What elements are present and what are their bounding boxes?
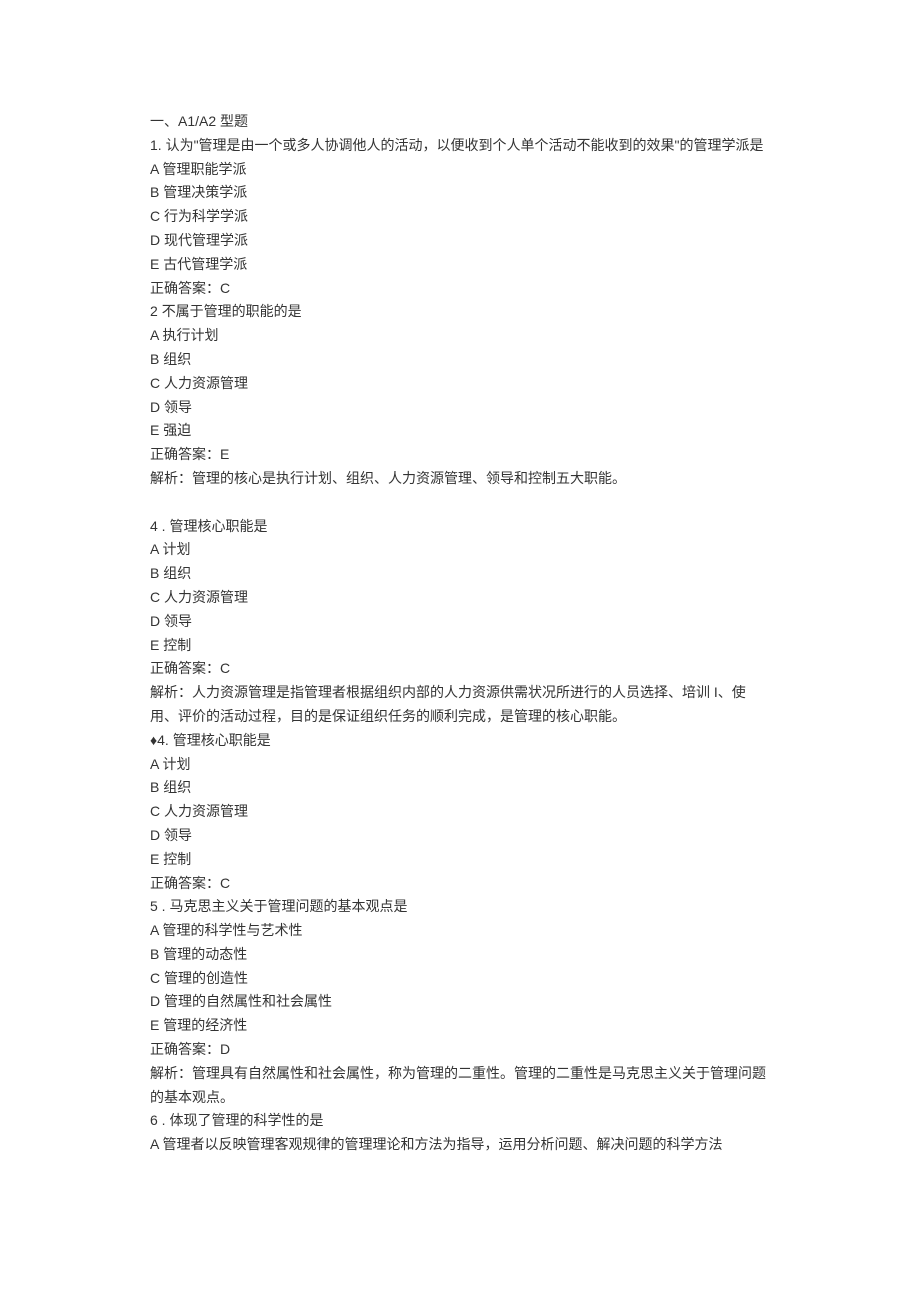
option-d: D 领导 xyxy=(150,824,770,848)
analysis: 解析：人力资源管理是指管理者根据组织内部的人力资源供需状况所进行的人员选择、培训… xyxy=(150,681,770,729)
answer: 正确答案：E xyxy=(150,443,770,467)
option-a: A 管理的科学性与艺术性 xyxy=(150,919,770,943)
analysis: 解析：管理具有自然属性和社会属性，称为管理的二重性。管理的二重性是马克思主义关于… xyxy=(150,1062,770,1110)
option-a: A 计划 xyxy=(150,753,770,777)
option-b: B 组织 xyxy=(150,776,770,800)
option-c: C 行为科学学派 xyxy=(150,205,770,229)
option-b: B 组织 xyxy=(150,348,770,372)
option-a: A 管理者以反映管理客观规律的管理理论和方法为指导，运用分析问题、解决问题的科学… xyxy=(150,1133,770,1157)
option-d: D 领导 xyxy=(150,396,770,420)
option-d: D 管理的自然属性和社会属性 xyxy=(150,990,770,1014)
question-stem: 6 . 体现了管理的科学性的是 xyxy=(150,1109,770,1133)
document-page: 一、A1/A2 型题 1. 认为"管理是由一个或多人协调他人的活动，以便收到个人… xyxy=(0,0,920,1301)
answer: 正确答案：C xyxy=(150,872,770,896)
question-stem: 5 . 马克思主义关于管理问题的基本观点是 xyxy=(150,895,770,919)
answer: 正确答案：C xyxy=(150,277,770,301)
option-b: B 管理决策学派 xyxy=(150,181,770,205)
option-c: C 人力资源管理 xyxy=(150,800,770,824)
analysis: 解析：管理的核心是执行计划、组织、人力资源管理、领导和控制五大职能。 xyxy=(150,467,770,491)
question-stem: 2 不属于管理的职能的是 xyxy=(150,300,770,324)
option-d: D 现代管理学派 xyxy=(150,229,770,253)
option-e: E 控制 xyxy=(150,634,770,658)
section-header: 一、A1/A2 型题 xyxy=(150,110,770,134)
option-b: B 组织 xyxy=(150,562,770,586)
option-e: E 古代管理学派 xyxy=(150,253,770,277)
question-stem: 1. 认为"管理是由一个或多人协调他人的活动，以便收到个人单个活动不能收到的效果… xyxy=(150,134,770,158)
option-b: B 管理的动态性 xyxy=(150,943,770,967)
option-a: A 执行计划 xyxy=(150,324,770,348)
option-e: E 强迫 xyxy=(150,419,770,443)
option-d: D 领导 xyxy=(150,610,770,634)
blank-line xyxy=(150,491,770,515)
option-a: A 计划 xyxy=(150,538,770,562)
option-c: C 管理的创造性 xyxy=(150,967,770,991)
question-stem: 4 . 管理核心职能是 xyxy=(150,515,770,539)
option-c: C 人力资源管理 xyxy=(150,372,770,396)
option-e: E 控制 xyxy=(150,848,770,872)
question-stem: ♦4. 管理核心职能是 xyxy=(150,729,770,753)
option-c: C 人力资源管理 xyxy=(150,586,770,610)
answer: 正确答案：D xyxy=(150,1038,770,1062)
option-e: E 管理的经济性 xyxy=(150,1014,770,1038)
option-a: A 管理职能学派 xyxy=(150,158,770,182)
answer: 正确答案：C xyxy=(150,657,770,681)
